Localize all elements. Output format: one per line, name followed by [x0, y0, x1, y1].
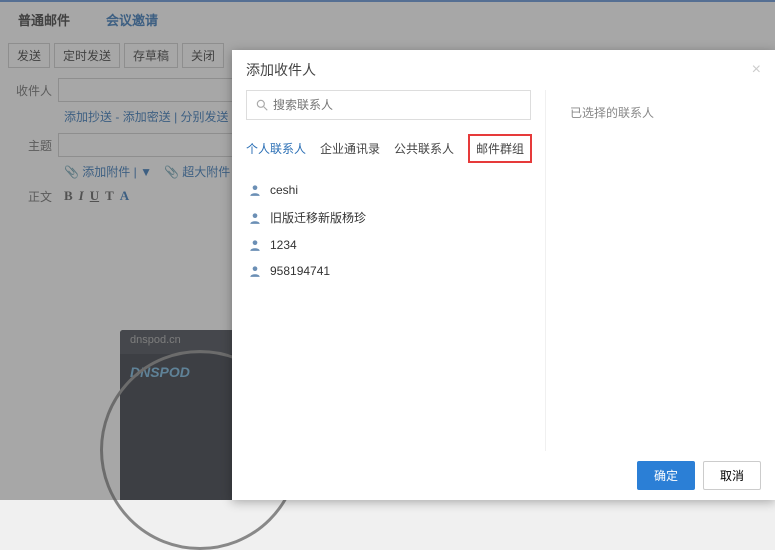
ok-button[interactable]: 确定 — [637, 461, 695, 490]
tab-personal-contacts[interactable]: 个人联系人 — [246, 140, 306, 157]
contact-name: 旧版迁移新版杨珍 — [270, 209, 366, 226]
contact-item[interactable]: ceshi — [246, 177, 531, 203]
contact-item[interactable]: 1234 — [246, 232, 531, 258]
close-icon[interactable]: × — [752, 61, 761, 79]
person-icon — [248, 264, 262, 278]
modal-title: 添加收件人 — [246, 60, 316, 80]
tab-enterprise-contacts[interactable]: 企业通讯录 — [320, 140, 380, 157]
tab-public-contacts[interactable]: 公共联系人 — [394, 140, 454, 157]
selected-contacts-title: 已选择的联系人 — [570, 104, 761, 121]
contact-name: 1234 — [270, 238, 297, 252]
cancel-button[interactable]: 取消 — [703, 461, 761, 490]
search-icon — [255, 98, 269, 112]
contact-item[interactable]: 旧版迁移新版杨珍 — [246, 203, 531, 232]
add-recipient-dialog: 添加收件人 × 个人联系人 企业通讯录 公共联系人 邮件群组 ceshi — [232, 50, 775, 500]
contact-list: ceshi 旧版迁移新版杨珍 1234 958194741 — [246, 177, 531, 284]
person-icon — [248, 211, 262, 225]
search-input[interactable] — [273, 98, 522, 112]
person-icon — [248, 183, 262, 197]
contact-item[interactable]: 958194741 — [246, 258, 531, 284]
tab-mail-group[interactable]: 邮件群组 — [468, 134, 532, 163]
contact-name: 958194741 — [270, 264, 330, 278]
person-icon — [248, 238, 262, 252]
contact-name: ceshi — [270, 183, 298, 197]
search-input-wrapper[interactable] — [246, 90, 531, 120]
